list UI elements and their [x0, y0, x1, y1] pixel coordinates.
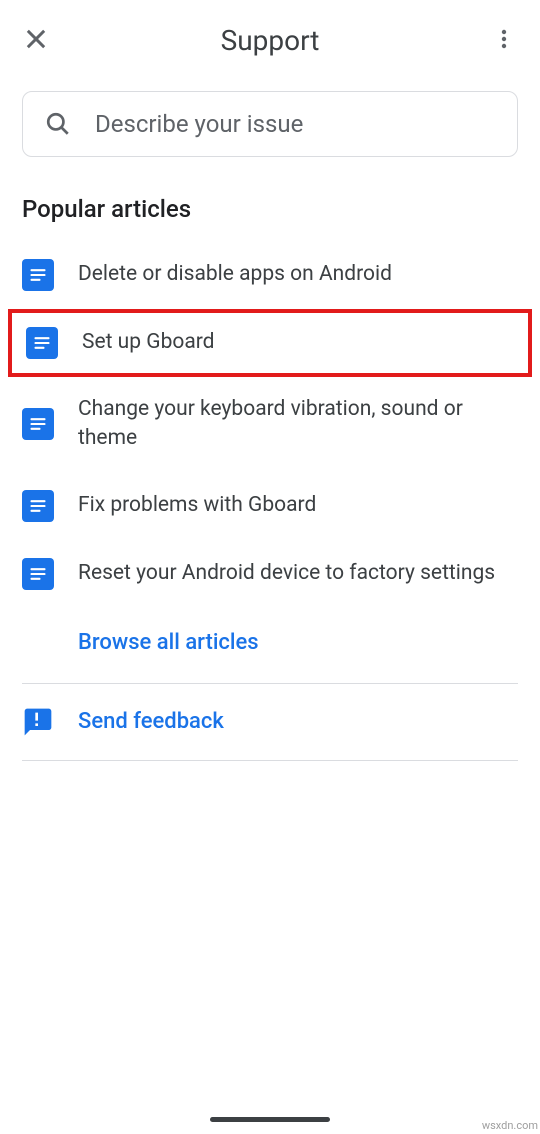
- navigation-bar-handle[interactable]: [210, 1117, 330, 1122]
- article-title: Fix problems with Gboard: [78, 491, 316, 520]
- more-options-button[interactable]: [490, 27, 518, 55]
- header: Support: [0, 0, 540, 73]
- more-vertical-icon: [492, 27, 516, 55]
- article-item[interactable]: Fix problems with Gboard: [0, 472, 540, 540]
- close-icon: [22, 25, 50, 57]
- article-icon: [22, 408, 54, 440]
- article-icon: [22, 490, 54, 522]
- feedback-icon: [22, 706, 54, 738]
- article-title: Change your keyboard vibration, sound or…: [78, 395, 518, 454]
- article-item[interactable]: Delete or disable apps on Android: [0, 241, 540, 309]
- article-item[interactable]: Change your keyboard vibration, sound or…: [0, 377, 540, 472]
- send-feedback-link[interactable]: Send feedback: [0, 684, 540, 760]
- article-icon: [22, 259, 54, 291]
- article-item[interactable]: Reset your Android device to factory set…: [0, 540, 540, 608]
- divider: [22, 760, 518, 761]
- article-item-highlighted[interactable]: Set up Gboard: [8, 309, 532, 377]
- page-title: Support: [50, 24, 490, 57]
- article-title: Delete or disable apps on Android: [78, 260, 392, 289]
- watermark: wsxdn.com: [482, 1119, 538, 1132]
- article-icon: [22, 558, 54, 590]
- article-title: Set up Gboard: [82, 328, 215, 357]
- article-list: Delete or disable apps on Android Set up…: [0, 241, 540, 608]
- search-icon: [45, 111, 71, 137]
- article-icon: [26, 327, 58, 359]
- feedback-label: Send feedback: [78, 709, 224, 734]
- search-container[interactable]: [22, 91, 518, 157]
- search-input[interactable]: [95, 110, 495, 138]
- article-title: Reset your Android device to factory set…: [78, 559, 495, 588]
- close-button[interactable]: [22, 27, 50, 55]
- browse-all-link[interactable]: Browse all articles: [0, 608, 540, 683]
- browse-all-label: Browse all articles: [78, 630, 259, 655]
- section-title: Popular articles: [0, 165, 540, 241]
